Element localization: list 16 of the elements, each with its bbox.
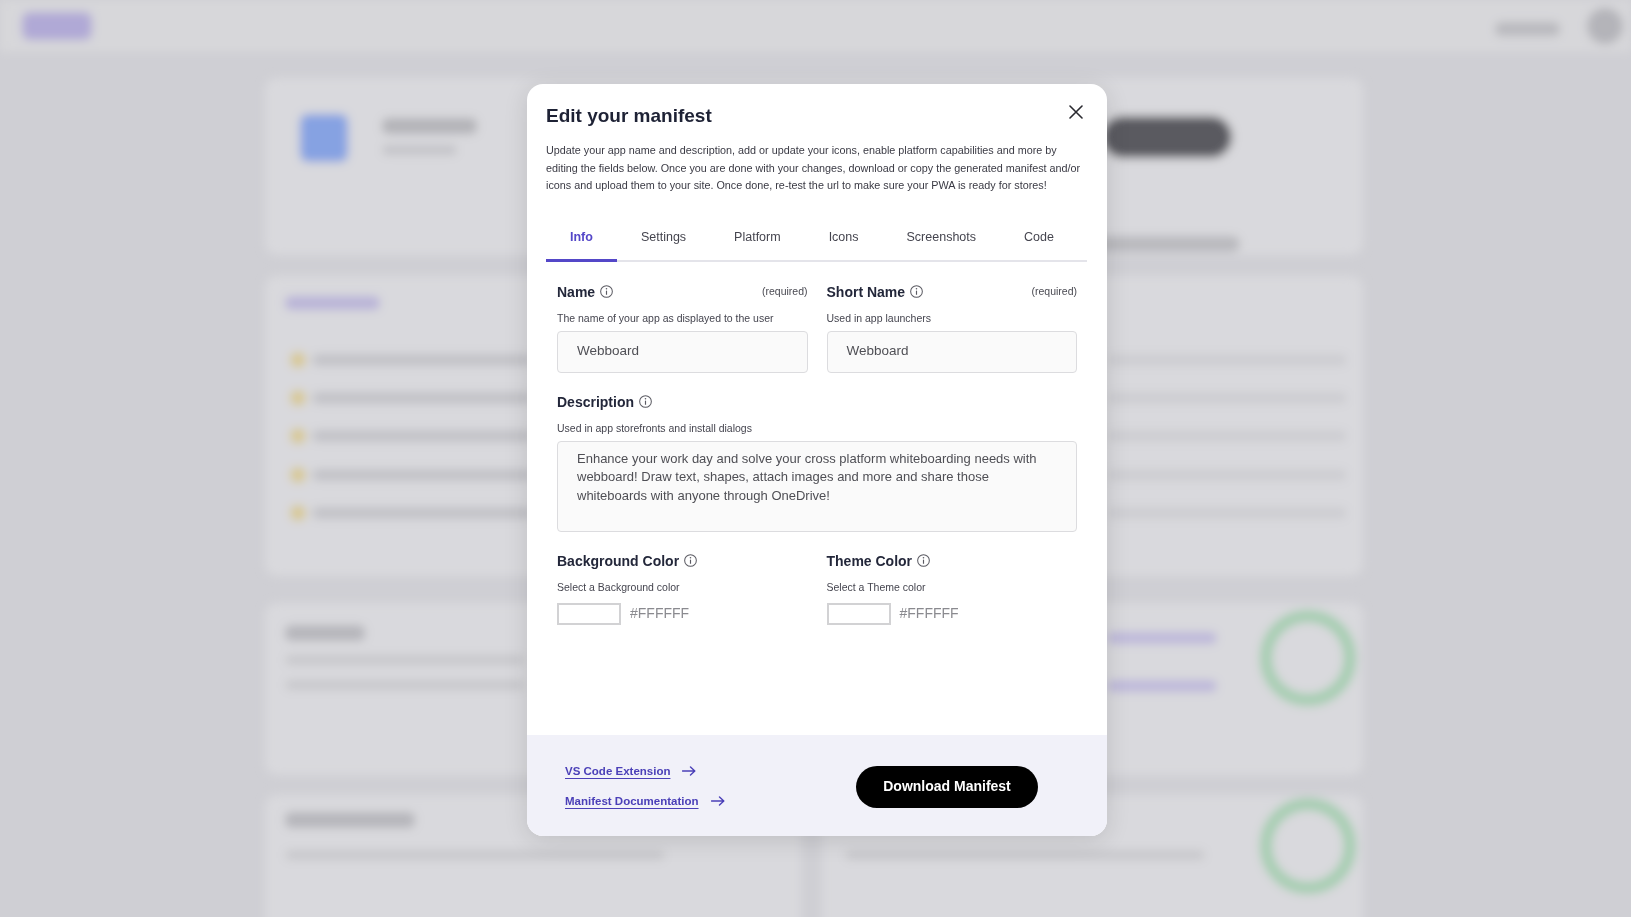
required-note: (required) (1031, 283, 1077, 299)
field-label: Description (557, 392, 634, 411)
field-label: Short Name (826, 282, 906, 301)
field-hint: Used in app storefronts and install dialogs (557, 420, 752, 435)
field-label: Name (557, 282, 596, 301)
field-label: Background Color (557, 551, 680, 570)
color-value: #FFFFFF (630, 604, 690, 623)
color-value: #FFFFFF (899, 604, 959, 623)
field-label: Theme Color (826, 551, 913, 570)
field-hint: Used in app launchers (826, 310, 931, 325)
field-hint: Select a Theme color (826, 579, 926, 594)
required-note: (required) (761, 283, 808, 299)
dialog-intro: Update your app name and description, add or update your icons, enable platform capabilities and more by editing the fields below. Once you are done with your changes, download or copy the generated manifest and/or icons and upload them to your site. Once done, re-test the url to make sure your PWA is ready for stores! (546, 143, 1082, 193)
dialog-title: Edit your manifest (546, 104, 712, 128)
field-hint: The name of your app as displayed to the user (557, 310, 774, 325)
field-hint: Select a Background color (557, 579, 680, 594)
